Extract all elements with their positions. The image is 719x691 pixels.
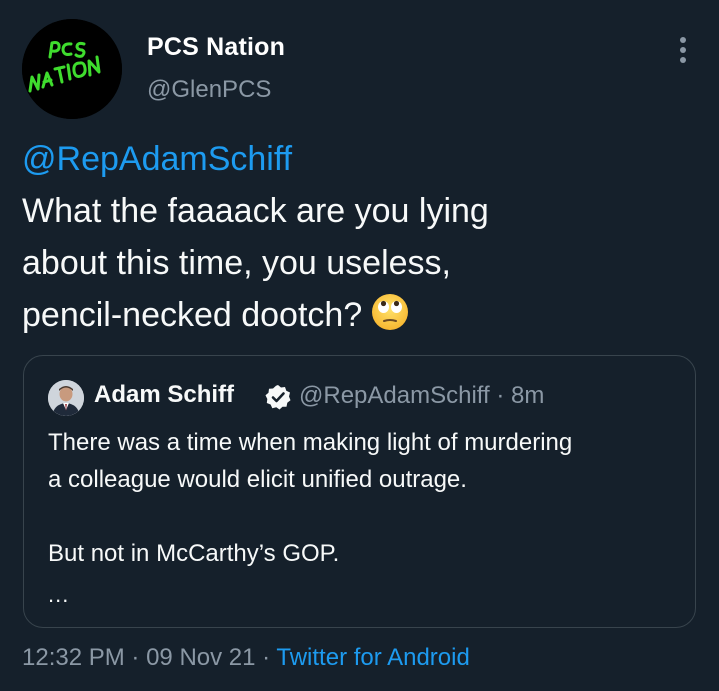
quoted-handle-time[interactable]: @RepAdamSchiff · 8m xyxy=(299,382,544,410)
author-handle[interactable]: @GlenPCS xyxy=(147,76,271,104)
tweet-time[interactable]: 12:32 PM xyxy=(22,644,125,671)
tweet-text: @RepAdamSchiff What the faaaack are you … xyxy=(22,133,702,341)
tweet-date[interactable]: 09 Nov 21 xyxy=(146,644,255,671)
verified-badge-icon xyxy=(264,383,292,411)
separator-dot: · xyxy=(131,644,140,671)
pcs-nation-logo-icon xyxy=(22,19,122,119)
quoted-tweet-text: There was a time when making light of mu… xyxy=(48,424,678,572)
truncation-ellipsis: ... xyxy=(48,582,70,607)
separator-dot: · xyxy=(262,644,271,671)
mention-link[interactable]: @RepAdamSchiff xyxy=(22,133,702,185)
quoted-author-avatar[interactable] xyxy=(48,380,84,416)
quoted-author-name[interactable]: Adam Schiff xyxy=(94,381,234,409)
tweet-line-with-emoji: pencil-necked dootch? xyxy=(22,289,702,341)
quoted-line: But not in McCarthy’s GOP. xyxy=(48,540,340,567)
face-with-rolling-eyes-icon xyxy=(370,292,410,332)
tweet-line: about this time, you useless, xyxy=(22,244,452,282)
author-display-name[interactable]: PCS Nation xyxy=(147,33,285,62)
quoted-line: There was a time when making light of mu… xyxy=(48,429,573,456)
more-vertical-icon xyxy=(680,37,686,63)
quoted-tweet[interactable]: Adam Schiff @RepAdamSchiff · 8m There wa… xyxy=(23,355,696,628)
quoted-line: a colleague would elicit unified outrage… xyxy=(48,466,467,493)
tweet-line: pencil-necked dootch? xyxy=(22,296,363,334)
more-options-button[interactable] xyxy=(668,32,698,68)
tweet-line: What the faaaack are you lying xyxy=(22,192,489,230)
tweet-source-link[interactable]: Twitter for Android xyxy=(276,644,469,671)
author-avatar[interactable] xyxy=(22,19,122,119)
tweet-card: PCS Nation @GlenPCS @RepAdamSchiff What … xyxy=(0,0,719,691)
tweet-metadata: 12:32 PM · 09 Nov 21 · Twitter for Andro… xyxy=(22,644,470,672)
